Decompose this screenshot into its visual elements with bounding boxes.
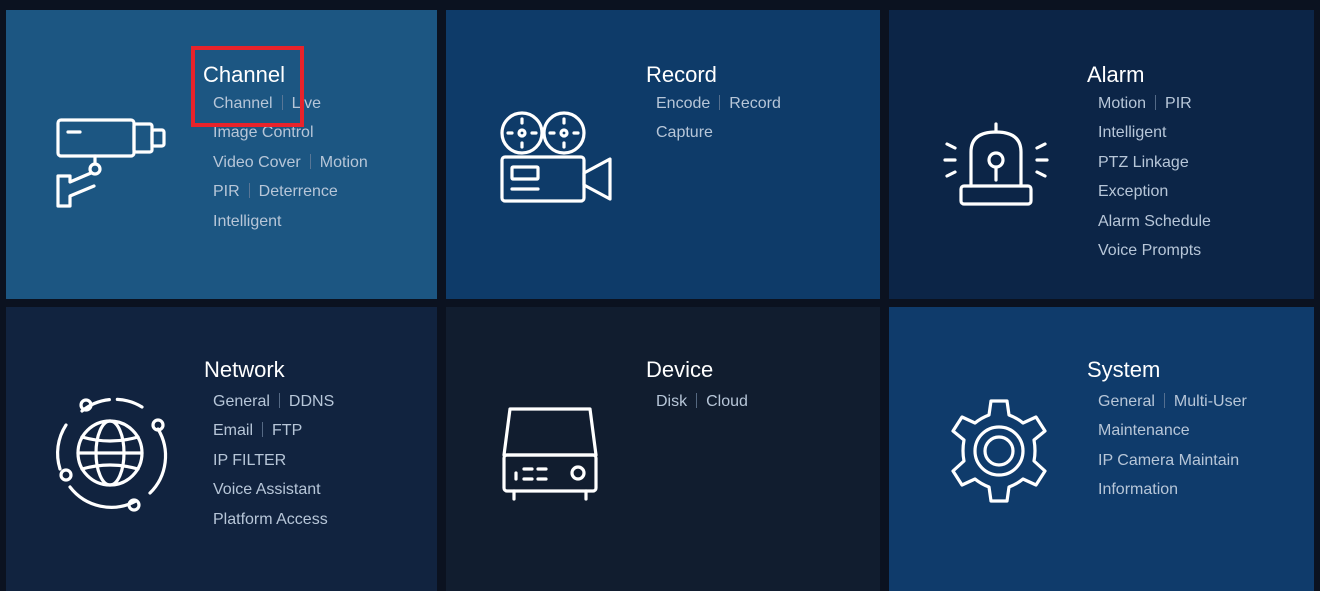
submenu-general[interactable]: General — [1098, 393, 1155, 410]
video-camera-icon — [498, 107, 616, 207]
tile-device[interactable]: Device Disk Cloud — [446, 307, 880, 591]
gear-icon — [941, 393, 1057, 509]
tile-network[interactable]: Network General DDNS Email FTP IP FILTER V… — [6, 307, 437, 591]
separator — [309, 153, 311, 169]
submenu-information[interactable]: Information — [1098, 481, 1178, 498]
separator — [696, 393, 698, 408]
globe-network-icon — [46, 389, 174, 517]
submenu-image-control[interactable]: Image Control — [213, 124, 314, 141]
tile-submenu: Disk Cloud — [656, 387, 748, 416]
tile-system[interactable]: System General Multi-User Maintenance IP … — [889, 307, 1314, 591]
separator — [1163, 393, 1165, 408]
tile-submenu: Motion PIR Intelligent PTZ Linkage Except… — [1098, 89, 1211, 265]
submenu-motion[interactable]: Motion — [1098, 95, 1146, 112]
tile-title: Channel — [203, 62, 285, 87]
tile-record[interactable]: Record Encode Record Capture — [446, 10, 880, 299]
submenu-ptz-linkage[interactable]: PTZ Linkage — [1098, 154, 1189, 171]
submenu-ip-filter[interactable]: IP FILTER — [213, 452, 286, 469]
submenu-voice-prompts[interactable]: Voice Prompts — [1098, 242, 1201, 259]
submenu-multi-user[interactable]: Multi-User — [1174, 393, 1247, 410]
tile-submenu: General DDNS Email FTP IP FILTER Voice Ass… — [213, 387, 334, 534]
separator — [248, 183, 250, 199]
submenu-live[interactable]: Live — [292, 95, 321, 112]
submenu-channel[interactable]: Channel — [213, 95, 273, 112]
submenu-ip-camera-maintain[interactable]: IP Camera Maintain — [1098, 452, 1239, 469]
submenu-pir[interactable]: PIR — [1165, 95, 1192, 112]
submenu-intelligent[interactable]: Intelligent — [1098, 124, 1167, 141]
tile-title: Network — [204, 357, 285, 382]
separator — [262, 422, 264, 438]
submenu-email[interactable]: Email — [213, 422, 253, 439]
tile-submenu: Channel Live Image Control Video Cover Mot… — [213, 89, 368, 236]
submenu-ftp[interactable]: FTP — [272, 422, 302, 439]
submenu-maintenance[interactable]: Maintenance — [1098, 422, 1190, 439]
submenu-intelligent[interactable]: Intelligent — [213, 213, 282, 230]
nvr-device-icon — [498, 399, 602, 503]
separator — [281, 95, 283, 110]
alarm-siren-icon — [941, 114, 1051, 210]
tile-channel[interactable]: Channel Channel Live Image Control Video … — [6, 10, 437, 299]
submenu-disk[interactable]: Disk — [656, 393, 687, 410]
submenu-pir[interactable]: PIR — [213, 183, 240, 200]
submenu-encode[interactable]: Encode — [656, 95, 710, 112]
separator — [278, 393, 280, 408]
tile-title: Record — [646, 62, 717, 87]
separator — [1155, 95, 1157, 110]
tile-submenu: Encode Record Capture — [656, 89, 781, 148]
separator — [719, 95, 721, 110]
submenu-alarm-schedule[interactable]: Alarm Schedule — [1098, 213, 1211, 230]
submenu-cloud[interactable]: Cloud — [706, 393, 748, 410]
submenu-ddns[interactable]: DDNS — [289, 393, 334, 410]
submenu-voice-assistant[interactable]: Voice Assistant — [213, 481, 321, 498]
submenu-motion[interactable]: Motion — [320, 154, 368, 171]
tile-submenu: General Multi-User Maintenance IP Camera … — [1098, 387, 1247, 505]
tile-title: Alarm — [1087, 62, 1145, 87]
submenu-capture[interactable]: Capture — [656, 124, 713, 141]
tile-title: System — [1087, 357, 1161, 382]
submenu-video-cover[interactable]: Video Cover — [213, 154, 301, 171]
tile-title: Device — [646, 357, 714, 382]
camera-icon — [50, 106, 174, 210]
submenu-general[interactable]: General — [213, 393, 270, 410]
submenu-deterrence[interactable]: Deterrence — [259, 183, 338, 200]
submenu-exception[interactable]: Exception — [1098, 183, 1168, 200]
settings-menu-grid: Channel Channel Live Image Control Video … — [0, 0, 1320, 591]
submenu-platform-access[interactable]: Platform Access — [213, 511, 328, 528]
tile-alarm[interactable]: Alarm Motion PIR Intelligent PTZ Linkage … — [889, 10, 1314, 299]
submenu-record[interactable]: Record — [729, 95, 781, 112]
